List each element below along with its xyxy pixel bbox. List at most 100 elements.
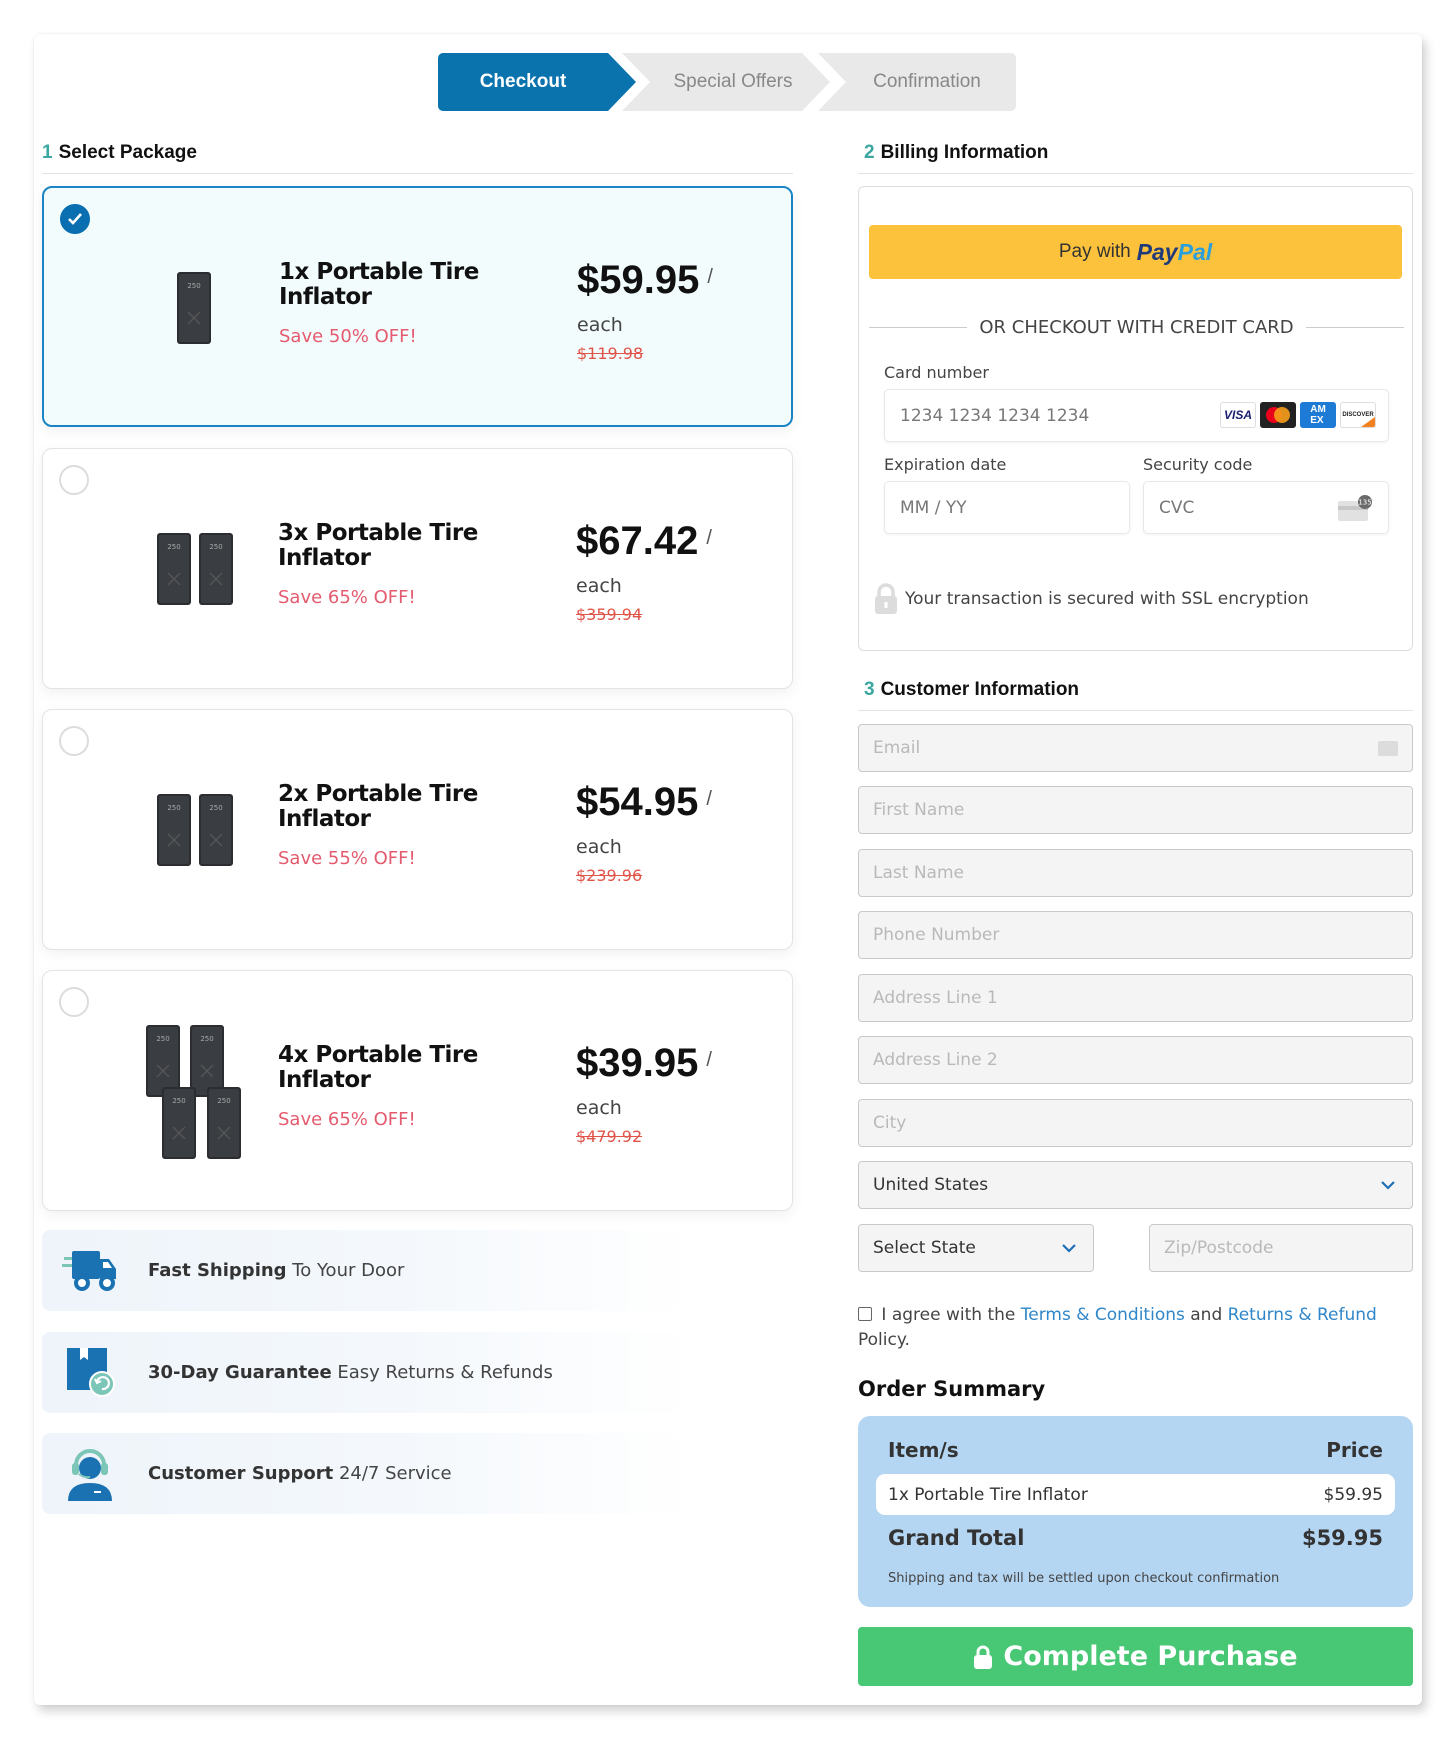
step-label: Checkout [479, 71, 567, 92]
line-item-name: 1x Portable Tire Inflator [888, 1484, 1088, 1505]
customer-info-heading: 3 Customer Information [864, 679, 1079, 701]
feature-subtitle: 24/7 Service [333, 1463, 452, 1484]
package-option[interactable]: 250 250 2x Portable Tire Inflator Save 55% … [42, 709, 793, 950]
line-item-price: $59.95 [1323, 1484, 1383, 1505]
cvc-badge: 135 [1358, 499, 1371, 507]
svg-text:250: 250 [167, 804, 180, 812]
expiry-placeholder: MM / YY [900, 497, 967, 518]
zip-placeholder: Zip/Postcode [1164, 1238, 1274, 1258]
card-number-label: Card number [884, 363, 989, 382]
check-icon [68, 213, 82, 225]
divider [858, 710, 1413, 711]
email-input[interactable]: Email [858, 724, 1413, 772]
mastercard-icon [1260, 402, 1296, 428]
state-select[interactable]: Select State [858, 1224, 1094, 1272]
feature-row: Customer Support 24/7 Service [42, 1433, 692, 1514]
price-value: $67.42 [576, 519, 699, 563]
section-title: Select Package [58, 142, 197, 163]
feature-title: Customer Support [148, 1463, 334, 1484]
price-unit: each [577, 314, 623, 336]
original-price: $359.94 [576, 605, 643, 624]
feature-subtitle: To Your Door [286, 1260, 405, 1281]
package-name: 3x Portable Tire Inflator [278, 520, 478, 571]
package-option[interactable]: 250 250 3x Portable Tire Inflator Save 65% … [42, 448, 793, 689]
radio-unchecked-icon[interactable] [59, 726, 89, 756]
cvc-input[interactable]: CVC 135 [1143, 481, 1389, 534]
original-price: $239.96 [576, 866, 643, 885]
address-line-1-input[interactable]: Address Line 1 [858, 974, 1413, 1022]
section-number: 3 [864, 679, 875, 700]
cvc-label: Security code [1143, 455, 1253, 474]
email-placeholder: Email [873, 738, 921, 758]
chevron-down-icon [1062, 1244, 1076, 1253]
product-image: 250 [177, 272, 211, 344]
country-select[interactable]: United States [858, 1161, 1413, 1209]
grand-total-value: $59.95 [1301, 1526, 1383, 1550]
card-number-input[interactable]: 1234 1234 1234 1234 VISA AM EX DISCOVER [884, 389, 1389, 442]
first-name-input[interactable]: First Name [858, 786, 1413, 834]
package-name: 1x Portable Tire Inflator [279, 259, 479, 310]
feature-text: 30-Day Guarantee Easy Returns & Refunds [148, 1362, 553, 1383]
complete-purchase-button[interactable]: Complete Purchase [858, 1627, 1413, 1686]
discover-icon: DISCOVER [1340, 402, 1376, 428]
price-column-header: Price [1326, 1438, 1383, 1462]
section-number: 1 [42, 142, 53, 163]
section-number: 2 [864, 142, 875, 163]
price-unit: each [576, 575, 622, 597]
radio-unchecked-icon[interactable] [59, 465, 89, 495]
price-slash: / [707, 266, 713, 288]
summary-header: Item/s Price [888, 1438, 1383, 1462]
lock-icon [974, 1645, 993, 1669]
divider-line [869, 326, 968, 328]
country-value: United States [873, 1175, 989, 1195]
section-title: Billing Information [880, 142, 1049, 163]
feature-row: Fast Shipping To Your Door [42, 1230, 692, 1311]
zip-input[interactable]: Zip/Postcode [1149, 1224, 1413, 1272]
refund-link[interactable]: Returns & Refund [1228, 1305, 1377, 1325]
cvc-placeholder: CVC [1159, 497, 1195, 518]
grand-total-row: Grand Total $59.95 [888, 1526, 1383, 1550]
address-line-2-input[interactable]: Address Line 2 [858, 1036, 1413, 1084]
paypal-logo-pal: Pal [1177, 238, 1213, 265]
feature-subtitle: Easy Returns & Refunds [331, 1362, 553, 1383]
paypal-logo: PayPal [1137, 239, 1212, 266]
step-special-offers: Special Offers [622, 53, 830, 111]
svg-text:250: 250 [167, 543, 180, 551]
city-input[interactable]: City [858, 1099, 1413, 1147]
paypal-button[interactable]: Pay with PayPal [869, 225, 1402, 279]
package-option[interactable]: 250 250 250 250 4x Portable Tire Inflator Sav… [42, 970, 793, 1211]
grand-total-label: Grand Total [888, 1526, 1025, 1550]
or-divider: OR CHECKOUT WITH CREDIT CARD [869, 315, 1405, 339]
chevron-down-icon [1381, 1181, 1395, 1190]
phone-input[interactable]: Phone Number [858, 911, 1413, 959]
step-label: Confirmation [873, 71, 981, 92]
expiry-label: Expiration date [884, 455, 1007, 474]
select-package-heading: 1 Select Package [42, 142, 197, 164]
expiry-input[interactable]: MM / YY [884, 481, 1130, 534]
package-option[interactable]: 250 1x Portable Tire Inflator Save 50% OFF… [42, 186, 793, 427]
cvc-card-icon: 135 [1338, 495, 1372, 521]
order-summary-title: Order Summary [858, 1377, 1046, 1401]
agree-terms: I agree with the Terms & Conditions and … [858, 1303, 1418, 1353]
agree-text: and [1184, 1305, 1228, 1325]
agree-checkbox[interactable] [858, 1307, 872, 1321]
truck-icon [60, 1241, 120, 1301]
price-value: $54.95 [576, 780, 699, 824]
feature-text: Customer Support 24/7 Service [148, 1463, 452, 1484]
items-column-header: Item/s [888, 1438, 959, 1462]
terms-link[interactable]: Terms & Conditions [1021, 1305, 1185, 1325]
ssl-text: Your transaction is secured with SSL enc… [905, 589, 1309, 609]
phone-placeholder: Phone Number [873, 925, 1000, 945]
divider [42, 173, 793, 174]
divider [858, 173, 1413, 174]
lock-icon [875, 583, 897, 614]
shipping-note: Shipping and tax will be settled upon ch… [888, 1571, 1280, 1586]
last-name-placeholder: Last Name [873, 863, 964, 883]
radio-checked-icon[interactable] [60, 204, 90, 234]
last-name-input[interactable]: Last Name [858, 849, 1413, 897]
checkout-steps: Confirmation Special Offers Checkout [438, 53, 1016, 111]
svg-text:250: 250 [209, 543, 222, 551]
svg-text:250: 250 [209, 804, 222, 812]
radio-unchecked-icon[interactable] [59, 987, 89, 1017]
card-number-placeholder: 1234 1234 1234 1234 [900, 405, 1090, 426]
